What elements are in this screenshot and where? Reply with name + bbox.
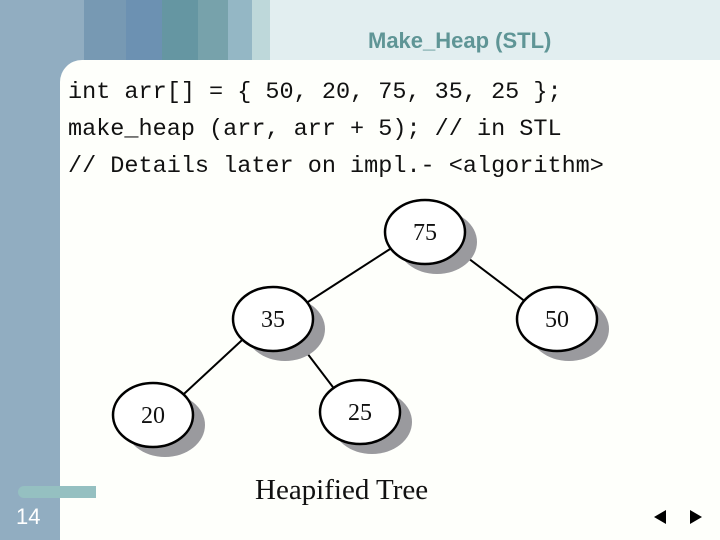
tree-node-label: 50 (545, 307, 569, 333)
tree-node-label: 35 (261, 307, 285, 333)
tree-node-label: 75 (413, 220, 437, 246)
diagram-caption: Heapified Tree (255, 474, 429, 506)
slide-number: 14 (16, 504, 41, 529)
decorative-pill (18, 486, 96, 498)
tree-node-label: 25 (348, 400, 372, 426)
tree-edge (178, 335, 248, 399)
triangle-right-icon[interactable] (690, 510, 702, 524)
heap-tree-diagram: 75 35 50 20 25 (111, 198, 609, 457)
triangle-left-icon[interactable] (654, 510, 666, 524)
tree-node-label: 20 (141, 403, 165, 429)
tree-edge (301, 244, 397, 307)
